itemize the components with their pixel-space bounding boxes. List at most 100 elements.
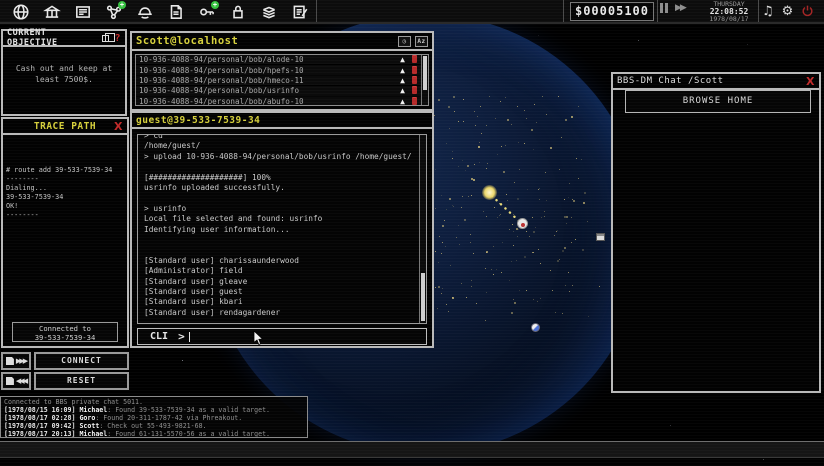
close-icon[interactable]: X: [806, 75, 815, 88]
bbs-chat-log: Connected to BBS private chat 5011. [197…: [0, 396, 308, 438]
file-row[interactable]: 10-936-4088-94/personal/bob/usrinfo ▲: [136, 86, 428, 96]
file-path: 10-936-4088-94/personal/bob/hmeco-11: [139, 76, 400, 85]
file-list-scrollbar[interactable]: [421, 55, 428, 105]
terminal-line: [Standard user] rendagardener: [144, 308, 426, 318]
toolbar-divider: [563, 0, 564, 22]
keys-icon[interactable]: +: [191, 1, 222, 23]
file-row[interactable]: 10-936-4088-94/personal/bob/alode-10 ▲: [136, 55, 428, 65]
cli-input-bar[interactable]: CLI >: [137, 328, 427, 345]
delete-icon[interactable]: [412, 87, 417, 94]
map-node-target[interactable]: [517, 218, 528, 229]
documents-icon[interactable]: [160, 1, 191, 23]
objective-titlebar: CURRENT OBJECTIVE ?: [3, 31, 125, 47]
sort-az-icon[interactable]: Az: [415, 36, 428, 47]
bbs-action-button[interactable]: BROWSE HOME: [625, 90, 811, 113]
rewind-icon: ◀◀◀: [16, 377, 26, 385]
chat-timestamp: [1978/08/17 20:13]: [4, 430, 75, 438]
trace-line: --------: [6, 211, 124, 220]
close-icon[interactable]: X: [114, 120, 123, 133]
software-icon[interactable]: [253, 1, 284, 23]
map-node-source[interactable]: [482, 185, 497, 200]
terminal-scrollbar[interactable]: [419, 135, 426, 323]
terminal-title: guest@39-533-7539-34: [136, 115, 260, 126]
power-icon[interactable]: [801, 2, 814, 21]
upload-arrow-icon[interactable]: ▲: [400, 86, 405, 95]
terminal-line: > usrinfo: [144, 204, 426, 214]
file-row[interactable]: 10-936-4088-94/personal/bob/hpefs-10 ▲: [136, 65, 428, 75]
settings-gear-icon[interactable]: ⚙: [782, 4, 794, 19]
save-connect-icon-button[interactable]: ▶▶▶: [1, 352, 31, 370]
file-manager-titlebar: Scott@localhost ◷ Az: [132, 33, 432, 51]
terminal-line: [Standard user] charissaunderwood: [144, 256, 426, 266]
lock-icon[interactable]: [222, 1, 253, 23]
bbs-titlebar: BBS-DM Chat /Scott X: [613, 74, 819, 90]
delete-icon[interactable]: [412, 56, 417, 63]
chat-message: [1978/08/17 20:13] Michael: Found 61-131…: [4, 430, 304, 438]
globe-icon[interactable]: [5, 1, 36, 23]
stealth-icon[interactable]: [129, 1, 160, 23]
delete-icon[interactable]: [412, 77, 417, 84]
file-path: 10-936-4088-94/personal/bob/usrinfo: [139, 86, 400, 95]
objective-panel: CURRENT OBJECTIVE ? Cash out and keep at…: [1, 29, 127, 116]
help-icon[interactable]: ?: [114, 33, 121, 44]
chat-username: Michael: [79, 430, 107, 438]
chat-timestamp: [1978/08/17 02:28]: [4, 414, 75, 422]
map-node-satellite[interactable]: [531, 323, 540, 332]
missions-icon[interactable]: [284, 1, 315, 23]
objective-title: CURRENT OBJECTIVE: [7, 28, 102, 48]
upload-arrow-icon[interactable]: ▲: [400, 66, 405, 75]
trace-line: OK!: [6, 202, 124, 211]
delete-icon[interactable]: [412, 67, 417, 74]
upload-arrow-icon[interactable]: ▲: [400, 76, 405, 85]
chat-text: Found 20-311-1787-42 via Phreakout.: [99, 414, 242, 422]
map-node-building[interactable]: [596, 233, 605, 241]
file-manager-window: Scott@localhost ◷ Az 10-936-4088-94/pers…: [130, 31, 434, 111]
floppy-icon: [6, 357, 14, 365]
system-icons: ♫ ⚙: [762, 2, 814, 21]
bank-icon[interactable]: [36, 1, 67, 23]
connect-button[interactable]: CONNECT: [34, 352, 129, 370]
chat-header: Connected to BBS private chat 5011.: [4, 398, 304, 406]
toolbar-divider: [316, 0, 317, 22]
floppy-icon: [6, 377, 14, 385]
upload-arrow-icon[interactable]: ▲: [400, 97, 405, 106]
save-reset-icon-button[interactable]: ◀◀◀: [1, 372, 31, 390]
clock-date: 1978/08/17: [700, 16, 758, 23]
scrollbar-thumb[interactable]: [421, 273, 425, 321]
chat-message: [1978/08/17 09:42] Scott: Check out 55-4…: [4, 422, 304, 430]
bbs-chat-panel: BBS-DM Chat /Scott X QUITOPEN FILE BROWS…: [611, 72, 821, 393]
cli-prompt: >: [178, 330, 189, 343]
file-row[interactable]: 10-936-4088-94/personal/bob/abufo-10 ▲: [136, 97, 428, 106]
file-path: 10-936-4088-94/personal/bob/hpefs-10: [139, 66, 400, 75]
pause-button[interactable]: [660, 3, 668, 13]
trace-titlebar: TRACE PATH X: [3, 119, 127, 135]
trace-title: TRACE PATH: [34, 121, 96, 132]
upload-arrow-icon[interactable]: ▲: [400, 55, 405, 64]
terminal-line: [144, 193, 426, 203]
fast-forward-icon: ▶▶▶: [16, 357, 26, 365]
cli-label: CLI: [138, 331, 178, 342]
file-row[interactable]: 10-936-4088-94/personal/bob/hmeco-11 ▲: [136, 76, 428, 86]
bottom-taskbar: [0, 441, 824, 458]
delete-icon[interactable]: [412, 98, 417, 105]
terminal-line: > cd: [144, 134, 426, 141]
bbs-title: BBS-DM Chat /Scott: [617, 76, 724, 86]
file-manager-title: Scott@localhost: [136, 35, 238, 47]
chat-text: Found 39-533-7539-34 as a valid target.: [111, 406, 270, 414]
connection-status-line1: Connected to: [13, 324, 117, 333]
objective-text: Cash out and keep at least 7500$.: [3, 47, 125, 85]
file-rows: 10-936-4088-94/personal/bob/alode-10 ▲ 1…: [136, 55, 428, 106]
terminal-line: usrinfo uploaded successfully.: [144, 183, 426, 193]
chat-text: Found 61-131-5570-56 as a valid target.: [111, 430, 270, 438]
connection-status-line2: 39-533-7539-34: [13, 333, 117, 342]
reset-button[interactable]: RESET: [34, 372, 129, 390]
chat-message: [1978/08/17 02:28] Goro: Found 20-311-17…: [4, 414, 304, 422]
scrollbar-thumb[interactable]: [423, 56, 427, 90]
toolbar-icons: + +: [5, 1, 315, 23]
fast-forward-button[interactable]: ▶▶: [675, 3, 685, 13]
music-icon[interactable]: ♫: [762, 4, 774, 19]
news-icon[interactable]: [67, 1, 98, 23]
popout-icon[interactable]: [102, 35, 110, 42]
network-icon[interactable]: +: [98, 1, 129, 23]
sort-time-icon[interactable]: ◷: [398, 36, 411, 47]
